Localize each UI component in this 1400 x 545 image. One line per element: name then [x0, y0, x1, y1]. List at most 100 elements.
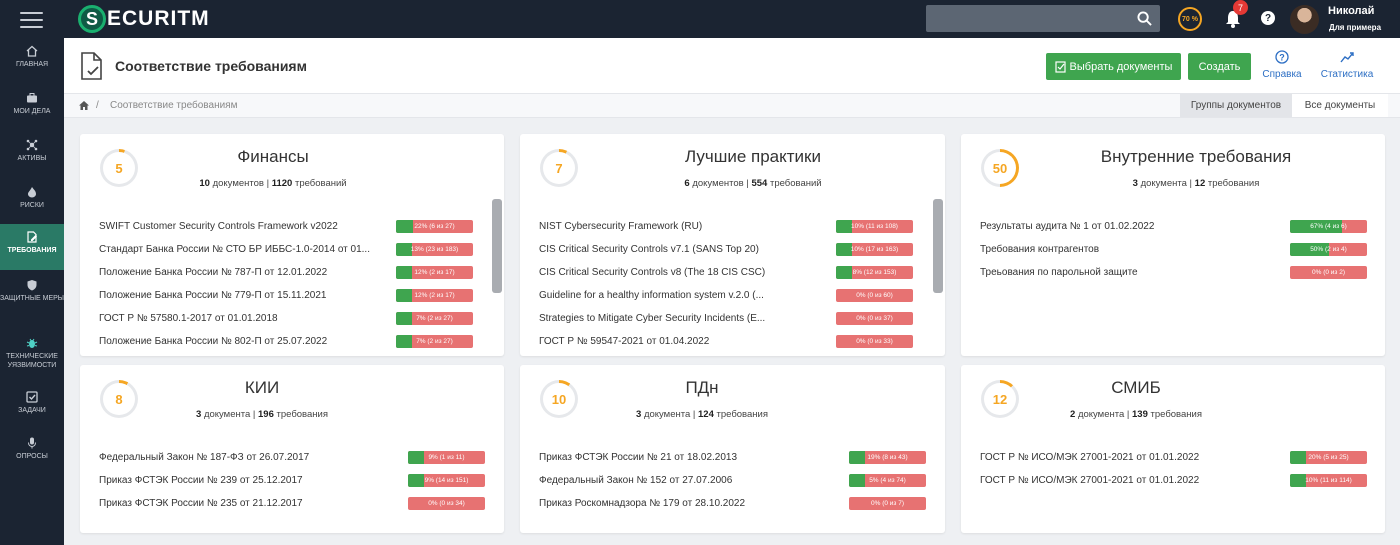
document-group-card[interactable]: 5 Финансы 10 документов | 1120 требований S…	[80, 134, 504, 356]
document-group-card[interactable]: 8 КИИ 3 документа | 196 требования Федераль…	[80, 365, 504, 533]
document-row[interactable]: ГОСТ Р № 59547-2021 от 01.04.2022 0% (0 и…	[539, 335, 919, 349]
document-row[interactable]: ГОСТ Р № ИСО/МЭК 27001-2021 от 01.01.202…	[980, 474, 1367, 488]
menu-icon[interactable]	[20, 12, 43, 28]
document-name[interactable]: ГОСТ Р № ИСО/МЭК 27001-2021 от 01.01.202…	[980, 452, 1199, 463]
document-name[interactable]: Положение Банка России № 779-П от 15.11.…	[99, 290, 326, 301]
search-icon[interactable]	[1137, 11, 1152, 26]
document-row[interactable]: Положение Банка России № 802-П от 25.07.…	[99, 335, 479, 349]
document-row[interactable]: ГОСТ Р № 57580.1-2017 от 01.01.2018 7% (2…	[99, 312, 479, 326]
document-name[interactable]: CIS Critical Security Controls v8 (The 1…	[539, 267, 765, 278]
document-name[interactable]: Требования контрагентов	[980, 244, 1099, 255]
card-summary: 3 документа | 124 требования	[636, 409, 768, 420]
sidebar-item-label: ОПРОСЫ	[16, 453, 48, 460]
sidebar-item-my-tasks[interactable]: МОИ ДЕЛА	[0, 85, 64, 131]
requirements-count: 554	[751, 178, 768, 189]
card-summary: 3 документа | 12 требования	[1132, 178, 1260, 189]
document-row[interactable]: Требования контрагентов 50% (2 из 4)	[980, 243, 1367, 257]
document-name[interactable]: Положение Банка России № 787-П от 12.01.…	[99, 267, 327, 278]
document-name[interactable]: ГОСТ Р № 57580.1-2017 от 01.01.2018	[99, 313, 278, 324]
document-group-card[interactable]: 50 Внутренние требования 3 документа | 12 …	[961, 134, 1385, 356]
document-name[interactable]: Треьования по парольной защите	[980, 267, 1138, 278]
document-row[interactable]: Приказ ФСТЭК России № 21 от 18.02.2013 19…	[539, 451, 926, 465]
sidebar-item-vulnerabilities[interactable]: ТЕХНИЧЕСКИЕ УЯЗВИМОСТИ	[0, 330, 64, 376]
user-name[interactable]: Николай	[1328, 5, 1374, 17]
document-row[interactable]: Положение Банка России № 787-П от 12.01.…	[99, 266, 479, 280]
document-name[interactable]: Результаты аудита № 1 от 01.02.2022	[980, 221, 1154, 232]
sidebar-item-home[interactable]: ГЛАВНАЯ	[0, 38, 64, 84]
card-summary: 2 документа | 139 требования	[1070, 409, 1202, 420]
document-name[interactable]: Федеральный Закон № 152 от 27.07.2006	[539, 475, 732, 486]
document-name[interactable]: CIS Critical Security Controls v7.1 (SAN…	[539, 244, 759, 255]
document-row[interactable]: Стандарт Банка России № СТО БР ИББС-1.0-…	[99, 243, 479, 257]
document-row[interactable]: Приказ ФСТЭК России № 239 от 25.12.2017 9…	[99, 474, 485, 488]
card-title[interactable]: Финансы	[123, 147, 423, 167]
compliance-progress-bar: 20% (5 из 25)	[1290, 451, 1367, 464]
sidebar-item-controls[interactable]: ЗАЩИТНЫЕ МЕРЫ	[0, 272, 64, 318]
card-title[interactable]: Внутренние требования	[1046, 147, 1346, 167]
document-row[interactable]: Приказ Роскомнадзора № 179 от 28.10.2022…	[539, 497, 926, 511]
document-name[interactable]: Приказ ФСТЭК России № 21 от 18.02.2013	[539, 452, 737, 463]
document-name[interactable]: Федеральный Закон № 187-ФЗ от 26.07.2017	[99, 452, 309, 463]
compliance-progress-bar: 0% (0 из 2)	[1290, 266, 1367, 279]
document-row[interactable]: Приказ ФСТЭК России № 235 от 21.12.2017 0…	[99, 497, 485, 511]
progress-label: 12% (2 из 17)	[414, 269, 455, 276]
breadcrumb-separator: /	[96, 100, 99, 111]
document-name[interactable]: NIST Cybersecurity Framework (RU)	[539, 221, 702, 232]
document-row[interactable]: Федеральный Закон № 187-ФЗ от 26.07.2017…	[99, 451, 485, 465]
choose-documents-button[interactable]: Выбрать документы	[1046, 53, 1181, 80]
document-name[interactable]: Стандарт Банка России № СТО БР ИББС-1.0-…	[99, 244, 370, 255]
document-group-card[interactable]: 12 СМИБ 2 документа | 139 требования ГОСТ Р…	[961, 365, 1385, 533]
document-row[interactable]: ГОСТ Р № ИСО/МЭК 27001-2021 от 01.01.202…	[980, 451, 1367, 465]
logo[interactable]: S ECURITM	[78, 5, 210, 33]
help-link[interactable]: ? Справка	[1257, 50, 1307, 80]
document-row[interactable]: Strategies to Mitigate Cyber Security In…	[539, 312, 919, 326]
help-icon[interactable]: ?	[1261, 11, 1275, 25]
security-score-badge[interactable]: 70 %	[1178, 7, 1202, 31]
sidebar-item-assets[interactable]: АКТИВЫ	[0, 132, 64, 178]
document-name[interactable]: Strategies to Mitigate Cyber Security In…	[539, 313, 765, 324]
document-row[interactable]: CIS Critical Security Controls v8 (The 1…	[539, 266, 919, 280]
sidebar-item-risks[interactable]: РИСКИ	[0, 179, 64, 225]
document-name[interactable]: ГОСТ Р № ИСО/МЭК 27001-2021 от 01.01.202…	[980, 475, 1199, 486]
document-name[interactable]: Приказ ФСТЭК России № 235 от 21.12.2017	[99, 498, 303, 509]
document-row[interactable]: Положение Банка России № 779-П от 15.11.…	[99, 289, 479, 303]
tab-all-documents[interactable]: Все документы	[1292, 94, 1388, 117]
document-row[interactable]: NIST Cybersecurity Framework (RU) 10% (11…	[539, 220, 919, 234]
sidebar-item-label: ТЕХНИЧЕСКИЕ УЯЗВИМОСТИ	[6, 353, 58, 369]
logo-text: ECURITM	[107, 7, 210, 30]
document-name[interactable]: Guideline for a healthy information syst…	[539, 290, 764, 301]
document-group-card[interactable]: 7 Лучшие практики 6 документов | 554 требо…	[520, 134, 945, 356]
document-group-card[interactable]: 10 ПДн 3 документа | 124 требования Приказ …	[520, 365, 945, 533]
scrollbar-thumb[interactable]	[492, 199, 502, 293]
scrollbar-thumb[interactable]	[933, 199, 943, 293]
avatar[interactable]	[1290, 5, 1319, 34]
card-title[interactable]: ПДн	[552, 378, 852, 398]
create-button[interactable]: Создать	[1188, 53, 1251, 80]
documents-count: 3	[196, 409, 202, 420]
card-title[interactable]: КИИ	[112, 378, 412, 398]
search-input[interactable]	[926, 5, 1160, 32]
document-name[interactable]: SWIFT Customer Security Controls Framewo…	[99, 221, 338, 232]
progress-label: 7% (2 из 27)	[416, 315, 453, 322]
document-row[interactable]: SWIFT Customer Security Controls Framewo…	[99, 220, 479, 234]
document-row[interactable]: Guideline for a healthy information syst…	[539, 289, 919, 303]
document-name[interactable]: ГОСТ Р № 59547-2021 от 01.04.2022	[539, 336, 709, 347]
sidebar-item-tasks[interactable]: ЗАДАЧИ	[0, 384, 64, 430]
compliance-progress-bar: 5% (4 из 74)	[849, 474, 926, 487]
requirements-word: требования	[1207, 178, 1260, 189]
card-title[interactable]: СМИБ	[986, 378, 1286, 398]
notification-count-badge: 7	[1233, 0, 1248, 15]
document-row[interactable]: Результаты аудита № 1 от 01.02.2022 67% (…	[980, 220, 1367, 234]
document-name[interactable]: Приказ Роскомнадзора № 179 от 28.10.2022	[539, 498, 745, 509]
document-name[interactable]: Положение Банка России № 802-П от 25.07.…	[99, 336, 327, 347]
document-row[interactable]: Федеральный Закон № 152 от 27.07.2006 5% …	[539, 474, 926, 488]
statistics-link[interactable]: Статистика	[1317, 50, 1377, 80]
sidebar-item-requirements[interactable]: ТРЕБОВАНИЯ	[0, 224, 64, 270]
document-row[interactable]: CIS Critical Security Controls v7.1 (SAN…	[539, 243, 919, 257]
document-name[interactable]: Приказ ФСТЭК России № 239 от 25.12.2017	[99, 475, 303, 486]
card-title[interactable]: Лучшие практики	[603, 147, 903, 167]
tab-document-groups[interactable]: Группы документов	[1180, 94, 1292, 117]
home-icon[interactable]	[79, 101, 89, 110]
sidebar-item-surveys[interactable]: ОПРОСЫ	[0, 430, 64, 476]
document-row[interactable]: Треьования по парольной защите 0% (0 из 2…	[980, 266, 1367, 280]
